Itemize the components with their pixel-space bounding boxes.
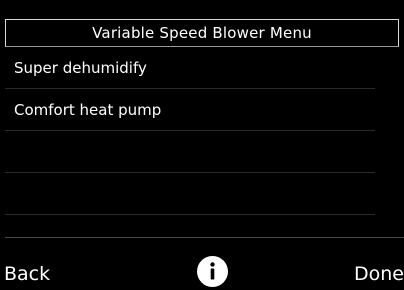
done-button[interactable]: Done	[354, 262, 404, 286]
menu-list: Super dehumidify Comfort heat pump	[5, 47, 375, 215]
page-title: Variable Speed Blower Menu	[5, 19, 399, 47]
thermostat-screen: Variable Speed Blower Menu Super dehumid…	[0, 0, 404, 290]
list-item-label: Comfort heat pump	[14, 101, 162, 119]
info-icon	[210, 262, 215, 280]
list-item-empty-2	[5, 173, 375, 215]
list-item-comfort-heat-pump[interactable]: Comfort heat pump	[5, 89, 375, 131]
info-button[interactable]	[197, 256, 228, 287]
list-item-label: Super dehumidify	[14, 59, 147, 77]
list-item-empty-1	[5, 131, 375, 173]
list-item-super-dehumidify[interactable]: Super dehumidify	[5, 47, 375, 89]
scroll-track	[376, 47, 399, 237]
back-button[interactable]: Back	[4, 262, 50, 286]
footer-divider	[5, 237, 404, 238]
